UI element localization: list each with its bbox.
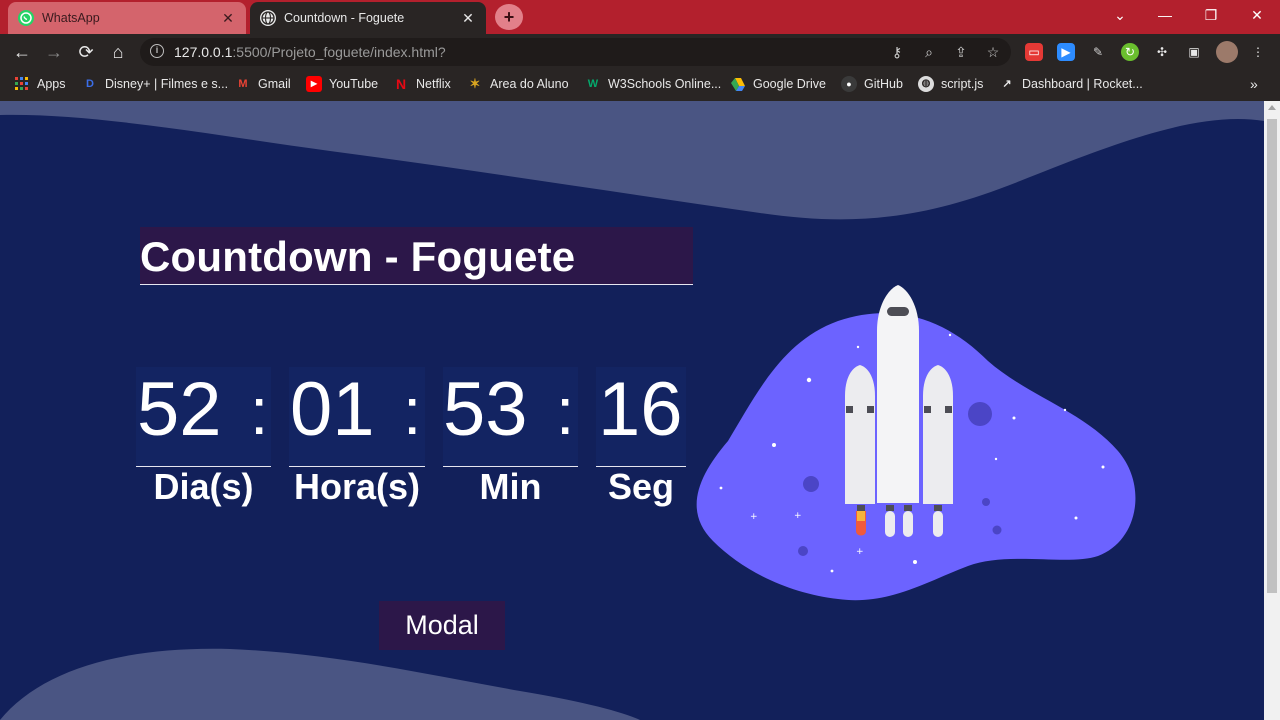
- title-box: Countdown - Foguete: [140, 227, 693, 285]
- bookmark-github[interactable]: ● GitHub: [841, 70, 903, 98]
- w3schools-icon: W: [587, 78, 599, 90]
- share-icon[interactable]: ⇪: [952, 43, 970, 61]
- scroll-thumb[interactable]: [1267, 119, 1277, 593]
- home-button[interactable]: ⌂: [106, 40, 130, 64]
- bookmark-disney[interactable]: D Disney+ | Filmes e s...: [82, 70, 228, 98]
- days-label: Dia(s): [153, 466, 254, 507]
- bookmarks-bar: Apps D Disney+ | Filmes e s... M Gmail ▶…: [0, 70, 1280, 101]
- pen-extension-icon[interactable]: ✎: [1089, 43, 1107, 61]
- bookmark-apps[interactable]: Apps: [14, 70, 66, 98]
- more-bookmarks-icon[interactable]: »: [1250, 70, 1258, 98]
- bookmark-rocketseat[interactable]: ↗ Dashboard | Rocket...: [999, 70, 1143, 98]
- url-text[interactable]: 127.0.0.1:5500/Projeto_foguete/index.htm…: [174, 44, 446, 60]
- rocketseat-icon: ↗: [1002, 78, 1012, 90]
- svg-text:+: +: [750, 512, 758, 522]
- apps-grid-icon: [14, 76, 30, 92]
- page-title: Countdown - Foguete: [140, 233, 576, 280]
- tab-search-icon[interactable]: ⌄: [1097, 0, 1143, 32]
- menu-kebab-icon[interactable]: ⋮: [1249, 43, 1267, 61]
- bookmark-label: script.js: [941, 77, 984, 91]
- separator: :: [556, 374, 575, 448]
- hours-value: 01: [290, 367, 375, 452]
- svg-text:+: +: [794, 511, 802, 521]
- minutes-value: 53: [443, 367, 528, 452]
- restore-button[interactable]: ❐: [1188, 0, 1234, 32]
- minutes-label: Min: [479, 466, 542, 507]
- zoom-extension-icon[interactable]: ▶: [1057, 43, 1075, 61]
- hours-label: Hora(s): [293, 466, 421, 507]
- svg-text:+: +: [856, 547, 864, 557]
- bookmark-label: YouTube: [329, 77, 379, 91]
- back-button[interactable]: ←: [10, 40, 34, 64]
- extensions-puzzle-icon[interactable]: ✣: [1153, 43, 1171, 61]
- bookmark-area-do-aluno[interactable]: ✶ Area do Aluno: [467, 70, 569, 98]
- reload-button[interactable]: ⟳: [74, 40, 98, 64]
- bookmark-google-drive[interactable]: Google Drive: [730, 70, 826, 98]
- globe-icon: ◍: [918, 76, 934, 92]
- tab-title: WhatsApp: [42, 11, 100, 25]
- disney-icon: D: [86, 78, 94, 90]
- bookmark-label: W3Schools Online...: [608, 77, 722, 91]
- bookmark-label: Google Drive: [753, 77, 826, 91]
- green-extension-icon[interactable]: ↻: [1121, 43, 1139, 61]
- bookmark-gmail[interactable]: M Gmail: [235, 70, 291, 98]
- days-value: 52: [137, 367, 222, 452]
- globe-icon: [260, 10, 276, 26]
- seconds-label: Seg: [607, 466, 675, 507]
- key-icon[interactable]: ⚷: [888, 43, 906, 61]
- separator: :: [403, 374, 422, 448]
- github-icon: ●: [841, 76, 857, 92]
- scroll-up-arrow-icon[interactable]: [1268, 105, 1276, 110]
- tab-countdown[interactable]: Countdown - Foguete ✕: [250, 2, 486, 34]
- bookmark-w3schools[interactable]: W W3Schools Online...: [585, 70, 721, 98]
- bookmark-star-icon[interactable]: ☆: [984, 43, 1002, 61]
- bookmark-label: Area do Aluno: [490, 77, 569, 91]
- vertical-scrollbar[interactable]: [1264, 101, 1280, 720]
- address-bar[interactable]: i 127.0.0.1:5500/Projeto_foguete/index.h…: [140, 38, 1011, 66]
- bookmark-youtube[interactable]: ▶ YouTube: [306, 70, 378, 98]
- bookmark-label: Disney+ | Filmes e s...: [105, 77, 229, 91]
- close-tab-icon[interactable]: ✕: [460, 10, 476, 27]
- close-tab-icon[interactable]: ✕: [220, 10, 236, 27]
- bookmark-label: Dashboard | Rocket...: [1022, 77, 1143, 91]
- google-drive-icon: [730, 76, 746, 92]
- bookmark-label: Gmail: [258, 77, 291, 91]
- netflix-icon: N: [395, 76, 407, 92]
- tab-strip: WhatsApp ✕ Countdown - Foguete ✕ + ⌄ — ❐…: [0, 0, 1280, 34]
- browser-toolbar: ← → ⟳ ⌂ i 127.0.0.1:5500/Projeto_foguete…: [0, 34, 1280, 70]
- bookmark-netflix[interactable]: N Netflix: [393, 70, 451, 98]
- close-window-button[interactable]: ✕: [1234, 0, 1280, 32]
- gmail-icon: M: [238, 78, 248, 90]
- seconds-value: 16: [598, 367, 683, 452]
- whatsapp-icon: [18, 10, 34, 26]
- cast-extension-icon[interactable]: ▭: [1025, 43, 1043, 61]
- modal-button[interactable]: Modal: [379, 601, 505, 650]
- tab-whatsapp[interactable]: WhatsApp ✕: [8, 2, 246, 34]
- star-icon: ✶: [469, 76, 481, 91]
- zoom-icon[interactable]: ⌕: [920, 43, 938, 61]
- separator: :: [250, 374, 269, 448]
- profile-avatar[interactable]: [1216, 41, 1238, 63]
- page-viewport: Countdown - Foguete 52 : 01 : 53 : 16 Di…: [0, 101, 1264, 720]
- new-tab-button[interactable]: +: [495, 4, 523, 30]
- tab-title: Countdown - Foguete: [284, 11, 405, 25]
- forward-button[interactable]: →: [42, 40, 66, 64]
- minimize-button[interactable]: —: [1142, 0, 1188, 32]
- rocket-illustration: + + +: [696, 285, 1136, 601]
- site-info-icon[interactable]: i: [150, 44, 164, 58]
- side-panel-icon[interactable]: ▣: [1185, 43, 1203, 61]
- bookmark-script-js[interactable]: ◍ script.js: [918, 70, 983, 98]
- bookmark-label: GitHub: [864, 77, 903, 91]
- youtube-icon: ▶: [306, 76, 322, 92]
- bookmark-label: Netflix: [416, 77, 451, 91]
- bookmark-label: Apps: [37, 77, 66, 91]
